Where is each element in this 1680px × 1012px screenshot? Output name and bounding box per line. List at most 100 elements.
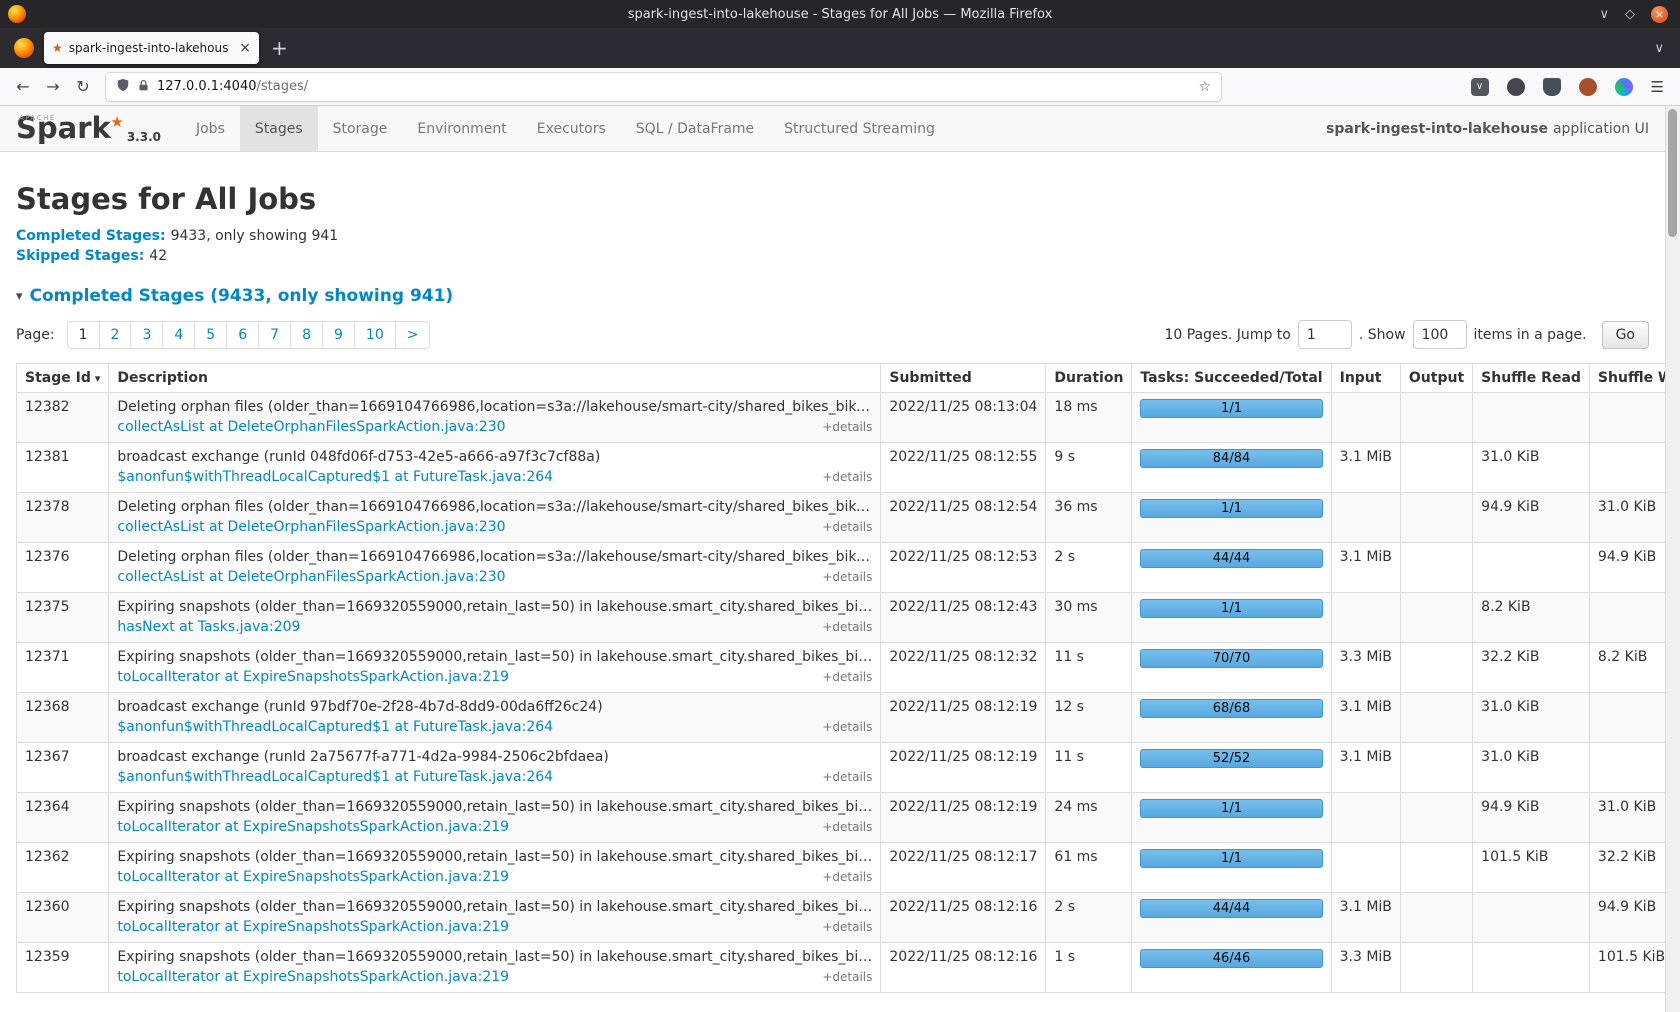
hamburger-menu-icon[interactable]: ☰ bbox=[1651, 78, 1664, 96]
duration-cell: 2 s bbox=[1046, 893, 1132, 943]
description-cell: Expiring snapshots (older_than=166932055… bbox=[109, 893, 881, 943]
nav-item-sql-dataframe[interactable]: SQL / DataFrame bbox=[621, 106, 769, 151]
stage-id-cell: 12378 bbox=[17, 493, 109, 543]
column-header-shuffle-read[interactable]: Shuffle Read bbox=[1473, 364, 1590, 393]
nav-item-environment[interactable]: Environment bbox=[402, 106, 521, 151]
url-input[interactable]: 127.0.0.1:4040/stages/ bbox=[157, 79, 1191, 94]
stage-callsite-link[interactable]: collectAsList at DeleteOrphanFilesSparkA… bbox=[117, 519, 505, 536]
bookmark-star-icon[interactable]: ☆ bbox=[1198, 79, 1211, 95]
table-row: 12371Expiring snapshots (older_than=1669… bbox=[17, 643, 1666, 693]
details-toggle[interactable]: +details bbox=[810, 519, 872, 536]
task-progress-bar: 44/44 bbox=[1140, 899, 1322, 918]
nav-item-jobs[interactable]: Jobs bbox=[181, 106, 240, 151]
submitted-cell: 2022/11/25 08:12:55 bbox=[881, 443, 1046, 493]
details-toggle[interactable]: +details bbox=[810, 669, 872, 686]
details-toggle[interactable]: +details bbox=[810, 619, 872, 636]
pocket-icon[interactable]: ∨ bbox=[1471, 78, 1489, 96]
shuffle-write-cell: 94.9 KiB bbox=[1589, 893, 1665, 943]
spark-logo[interactable]: APACHE Spark ★ 3.3.0 bbox=[0, 106, 167, 151]
page-button-1[interactable]: 1 bbox=[67, 321, 100, 349]
submitted-cell: 2022/11/25 08:12:32 bbox=[881, 643, 1046, 693]
stages-table-body: 12382Deleting orphan files (older_than=1… bbox=[17, 393, 1666, 993]
nav-item-stages[interactable]: Stages bbox=[240, 106, 318, 151]
scrollbar-thumb[interactable] bbox=[1668, 109, 1677, 237]
forward-button[interactable]: → bbox=[38, 77, 68, 96]
items-per-page-input[interactable] bbox=[1413, 320, 1467, 349]
stage-callsite-link[interactable]: toLocalIterator at ExpireSnapshotsSparkA… bbox=[117, 819, 509, 836]
completed-stages-section-header[interactable]: ▾ Completed Stages (9433, only showing 9… bbox=[16, 286, 1649, 306]
details-toggle[interactable]: +details bbox=[810, 569, 872, 586]
browser-tab[interactable]: ★ spark-ingest-into-lakehous × bbox=[44, 32, 259, 64]
page-button-6[interactable]: 6 bbox=[226, 321, 259, 349]
tracking-protection-shield-icon[interactable] bbox=[116, 77, 130, 96]
submitted-cell: 2022/11/25 08:12:19 bbox=[881, 693, 1046, 743]
stage-callsite-link[interactable]: hasNext at Tasks.java:209 bbox=[117, 619, 300, 636]
stage-callsite-link[interactable]: collectAsList at DeleteOrphanFilesSparkA… bbox=[117, 569, 505, 586]
details-toggle[interactable]: +details bbox=[810, 819, 872, 836]
stage-callsite-link[interactable]: collectAsList at DeleteOrphanFilesSparkA… bbox=[117, 419, 505, 436]
stage-callsite-link[interactable]: $anonfun$withThreadLocalCaptured$1 at Fu… bbox=[117, 769, 553, 786]
adblock-shield-extension-icon[interactable] bbox=[1543, 78, 1561, 96]
tab-close-icon[interactable]: × bbox=[239, 40, 251, 56]
go-button[interactable]: Go bbox=[1602, 321, 1649, 349]
column-header-stage-id[interactable]: Stage Id▾ bbox=[17, 364, 109, 393]
details-toggle[interactable]: +details bbox=[810, 469, 872, 486]
page-next-button[interactable]: > bbox=[395, 321, 431, 349]
column-header-description[interactable]: Description bbox=[109, 364, 881, 393]
page-button-10[interactable]: 10 bbox=[354, 321, 396, 349]
nav-item-storage[interactable]: Storage bbox=[318, 106, 403, 151]
input-cell: 3.3 MiB bbox=[1331, 643, 1400, 693]
back-button[interactable]: ← bbox=[8, 77, 38, 96]
avatar-extension-icon[interactable] bbox=[1579, 78, 1597, 96]
account-icon[interactable] bbox=[1507, 78, 1525, 96]
nav-item-structured-streaming[interactable]: Structured Streaming bbox=[769, 106, 950, 151]
column-header-shuffle-write[interactable]: Shuffle Write bbox=[1589, 364, 1665, 393]
task-progress-bar: 52/52 bbox=[1140, 749, 1322, 768]
new-tab-button[interactable]: + bbox=[271, 38, 288, 58]
column-header-tasks-succeeded-total[interactable]: Tasks: Succeeded/Total bbox=[1132, 364, 1331, 393]
input-cell bbox=[1331, 493, 1400, 543]
page-button-8[interactable]: 8 bbox=[290, 321, 323, 349]
nav-item-executors[interactable]: Executors bbox=[522, 106, 621, 151]
details-toggle[interactable]: +details bbox=[810, 769, 872, 786]
stage-callsite-link[interactable]: toLocalIterator at ExpireSnapshotsSparkA… bbox=[117, 669, 509, 686]
pinwheel-extension-icon[interactable] bbox=[1615, 78, 1633, 96]
stage-callsite-link[interactable]: toLocalIterator at ExpireSnapshotsSparkA… bbox=[117, 969, 509, 986]
column-header-submitted[interactable]: Submitted bbox=[881, 364, 1046, 393]
details-toggle[interactable]: +details bbox=[810, 969, 872, 986]
tasks-cell: 1/1 bbox=[1132, 593, 1331, 643]
column-header-duration[interactable]: Duration bbox=[1046, 364, 1132, 393]
skipped-stages-link[interactable]: Skipped Stages: bbox=[16, 248, 144, 264]
stage-callsite-link[interactable]: toLocalIterator at ExpireSnapshotsSparkA… bbox=[117, 919, 509, 936]
details-toggle[interactable]: +details bbox=[810, 919, 872, 936]
completed-stages-link[interactable]: Completed Stages: bbox=[16, 228, 166, 244]
site-security-lock-icon[interactable] bbox=[137, 77, 150, 96]
stage-callsite-link[interactable]: $anonfun$withThreadLocalCaptured$1 at Fu… bbox=[117, 469, 553, 486]
url-bar[interactable]: 127.0.0.1:4040/stages/ ☆ bbox=[106, 73, 1221, 101]
details-toggle[interactable]: +details bbox=[810, 719, 872, 736]
reload-button[interactable]: ↻ bbox=[68, 77, 98, 96]
stage-callsite-link[interactable]: toLocalIterator at ExpireSnapshotsSparkA… bbox=[117, 869, 509, 886]
window-close-icon[interactable]: × bbox=[1651, 6, 1668, 23]
column-header-input[interactable]: Input bbox=[1331, 364, 1400, 393]
description-cell: broadcast exchange (runId 97bdf70e-2f28-… bbox=[109, 693, 881, 743]
column-header-output[interactable]: Output bbox=[1400, 364, 1472, 393]
window-maximize-icon[interactable]: ◇ bbox=[1625, 8, 1635, 21]
details-toggle[interactable]: +details bbox=[810, 869, 872, 886]
page-button-7[interactable]: 7 bbox=[258, 321, 291, 349]
jump-to-page-input[interactable] bbox=[1298, 320, 1352, 349]
page-button-3[interactable]: 3 bbox=[130, 321, 163, 349]
stage-callsite-link[interactable]: $anonfun$withThreadLocalCaptured$1 at Fu… bbox=[117, 719, 553, 736]
window-minimize-icon[interactable]: ∨ bbox=[1599, 8, 1609, 21]
task-progress-label: 68/68 bbox=[1213, 701, 1250, 716]
page-button-4[interactable]: 4 bbox=[162, 321, 195, 349]
firefox-view-icon[interactable] bbox=[14, 38, 34, 58]
page-button-9[interactable]: 9 bbox=[322, 321, 355, 349]
spark-nav: JobsStagesStorageEnvironmentExecutorsSQL… bbox=[181, 106, 950, 151]
page-button-2[interactable]: 2 bbox=[99, 321, 132, 349]
all-tabs-chevron-icon[interactable]: ∨ bbox=[1654, 41, 1664, 56]
details-toggle[interactable]: +details bbox=[810, 419, 872, 436]
column-header-label: Duration bbox=[1054, 370, 1123, 386]
page-scrollbar[interactable] bbox=[1665, 106, 1680, 1012]
page-button-5[interactable]: 5 bbox=[194, 321, 227, 349]
